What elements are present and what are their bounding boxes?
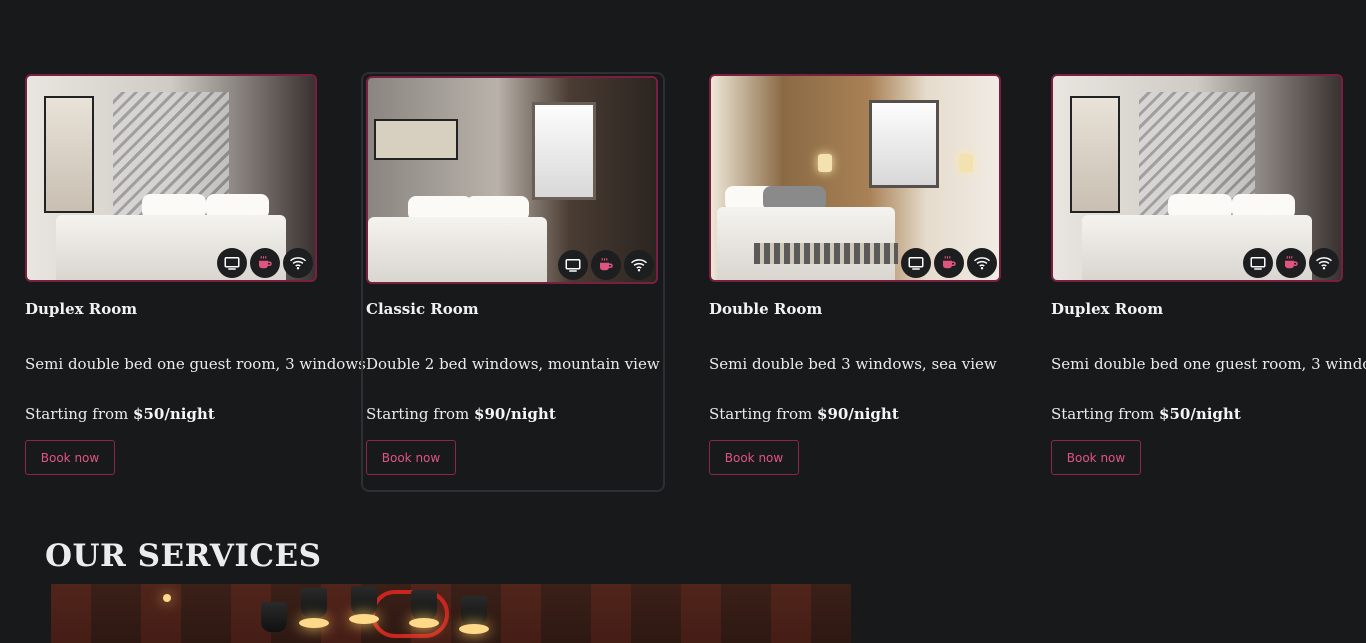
price-value: $50/night — [1159, 405, 1241, 423]
wifi-icon — [283, 248, 313, 278]
wifi-icon — [1309, 248, 1339, 278]
tv-icon — [901, 248, 931, 278]
services-image — [51, 584, 851, 643]
price-value: $90/night — [474, 405, 556, 423]
wifi-icon — [967, 248, 997, 278]
coffee-icon — [250, 248, 280, 278]
room-price: Starting from $50/night — [25, 405, 215, 423]
room-card: Classic Room Double 2 bed windows, mount… — [361, 72, 665, 492]
room-price: Starting from $50/night — [1051, 405, 1241, 423]
price-value: $50/night — [133, 405, 215, 423]
room-description: Double 2 bed windows, mountain view — [366, 355, 660, 373]
coffee-icon — [1276, 248, 1306, 278]
amenities — [1243, 248, 1339, 278]
room-card: Double Room Semi double bed 3 windows, s… — [709, 74, 1001, 492]
amenities — [558, 250, 654, 280]
room-title: Duplex Room — [25, 300, 138, 318]
book-now-button[interactable]: Book now — [25, 440, 115, 475]
coffee-icon — [934, 248, 964, 278]
price-prefix: Starting from — [366, 405, 470, 423]
room-photo — [1051, 74, 1343, 282]
book-now-button[interactable]: Book now — [1051, 440, 1141, 475]
price-prefix: Starting from — [25, 405, 129, 423]
price-prefix: Starting from — [1051, 405, 1155, 423]
tv-icon — [1243, 248, 1273, 278]
amenities — [217, 248, 313, 278]
room-title: Duplex Room — [1051, 300, 1164, 318]
tv-icon — [217, 248, 247, 278]
room-description: Semi double bed 3 windows, sea view — [709, 355, 997, 373]
room-title: Double Room — [709, 300, 823, 318]
tv-icon — [558, 250, 588, 280]
book-now-button[interactable]: Book now — [366, 440, 456, 475]
room-price: Starting from $90/night — [709, 405, 899, 423]
book-now-button[interactable]: Book now — [709, 440, 799, 475]
room-title: Classic Room — [366, 300, 479, 318]
room-price: Starting from $90/night — [366, 405, 556, 423]
room-photo — [366, 76, 658, 284]
room-card: Duplex Room Semi double bed one guest ro… — [25, 74, 366, 492]
room-description: Semi double bed one guest room, 3 window… — [1051, 355, 1366, 373]
price-value: $90/night — [817, 405, 899, 423]
room-photo — [25, 74, 317, 282]
coffee-icon — [591, 250, 621, 280]
services-heading: OUR SERVICES — [45, 538, 322, 574]
amenities — [901, 248, 997, 278]
price-prefix: Starting from — [709, 405, 813, 423]
room-card: Duplex Room Semi double bed one guest ro… — [1051, 74, 1366, 492]
room-description: Semi double bed one guest room, 3 window… — [25, 355, 366, 373]
room-photo — [709, 74, 1001, 282]
rooms-section: Duplex Room Semi double bed one guest ro… — [0, 0, 1366, 500]
wifi-icon — [624, 250, 654, 280]
